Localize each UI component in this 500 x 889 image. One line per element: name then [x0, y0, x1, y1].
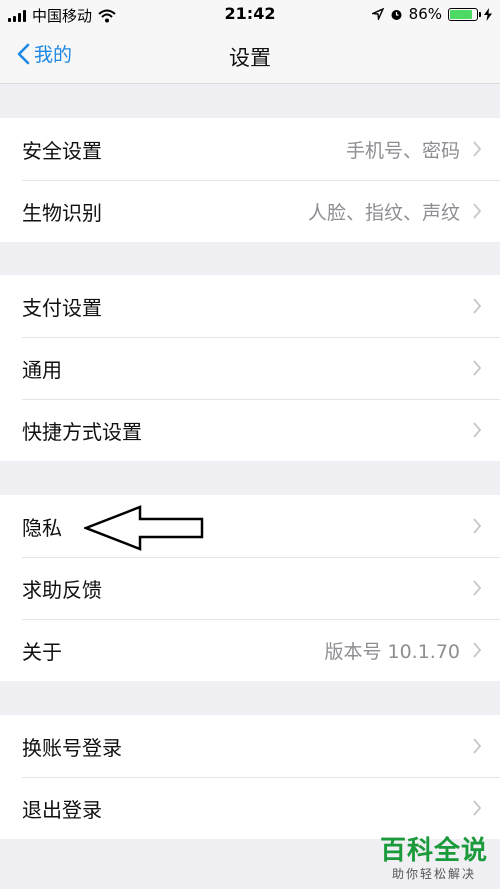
alarm-icon: [391, 9, 402, 20]
chevron-right-icon: [473, 298, 482, 314]
chevron-right-icon: [473, 580, 482, 596]
settings-group-account: 安全设置 手机号、密码 生物识别 人脸、指纹、声纹: [0, 118, 500, 242]
watermark-logo: 百科全说 助你轻松解决: [380, 830, 488, 882]
row-label: 安全设置: [22, 138, 102, 163]
row-general[interactable]: 通用: [0, 337, 500, 399]
row-label: 关于: [22, 639, 62, 664]
row-label: 支付设置: [22, 295, 102, 320]
nav-bar: 我的 设置: [0, 28, 500, 84]
chevron-right-icon: [473, 738, 482, 754]
row-label: 换账号登录: [22, 735, 122, 760]
status-bar: 中国移动 21:42 86%: [0, 0, 500, 28]
battery-percent: 86%: [408, 5, 442, 23]
row-biometrics[interactable]: 生物识别 人脸、指纹、声纹: [0, 180, 500, 242]
row-payment-settings[interactable]: 支付设置: [0, 275, 500, 337]
row-value: 手机号、密码: [345, 139, 460, 162]
chevron-right-icon: [473, 360, 482, 376]
chevron-right-icon: [473, 203, 482, 219]
battery-icon: [448, 7, 481, 21]
watermark-subtitle: 助你轻松解决: [391, 867, 476, 881]
chevron-right-icon: [473, 800, 482, 816]
row-about[interactable]: 关于 版本号 10.1.70: [0, 619, 500, 681]
location-icon: [371, 8, 384, 20]
row-value: 人脸、指纹、声纹: [307, 201, 460, 224]
chevron-right-icon: [473, 141, 482, 157]
row-shortcut-settings[interactable]: 快捷方式设置: [0, 399, 500, 461]
settings-group-privacy: 隐私 求助反馈 关于 版本号 10.1.70: [0, 495, 500, 681]
row-security-settings[interactable]: 安全设置 手机号、密码: [0, 118, 500, 180]
status-right: 86%: [371, 5, 492, 23]
settings-group-session: 换账号登录 退出登录: [0, 715, 500, 839]
row-label: 退出登录: [22, 797, 102, 822]
row-label: 快捷方式设置: [22, 419, 142, 444]
chevron-right-icon: [473, 422, 482, 438]
settings-group-general: 支付设置 通用 快捷方式设置: [0, 275, 500, 461]
watermark-title: 百科全说: [379, 836, 488, 866]
row-help-feedback[interactable]: 求助反馈: [0, 557, 500, 619]
chevron-right-icon: [473, 518, 482, 534]
chevron-right-icon: [473, 642, 482, 658]
row-privacy[interactable]: 隐私: [0, 495, 500, 557]
charging-icon: [484, 7, 492, 21]
row-label: 求助反馈: [22, 577, 102, 602]
row-label: 通用: [22, 357, 62, 382]
row-value: 版本号 10.1.70: [324, 640, 460, 663]
row-label: 生物识别: [22, 200, 102, 225]
row-switch-account[interactable]: 换账号登录: [0, 715, 500, 777]
page-title: 设置: [229, 46, 271, 70]
battery-fill: [450, 9, 473, 19]
annotation-arrow-icon: [84, 505, 204, 551]
